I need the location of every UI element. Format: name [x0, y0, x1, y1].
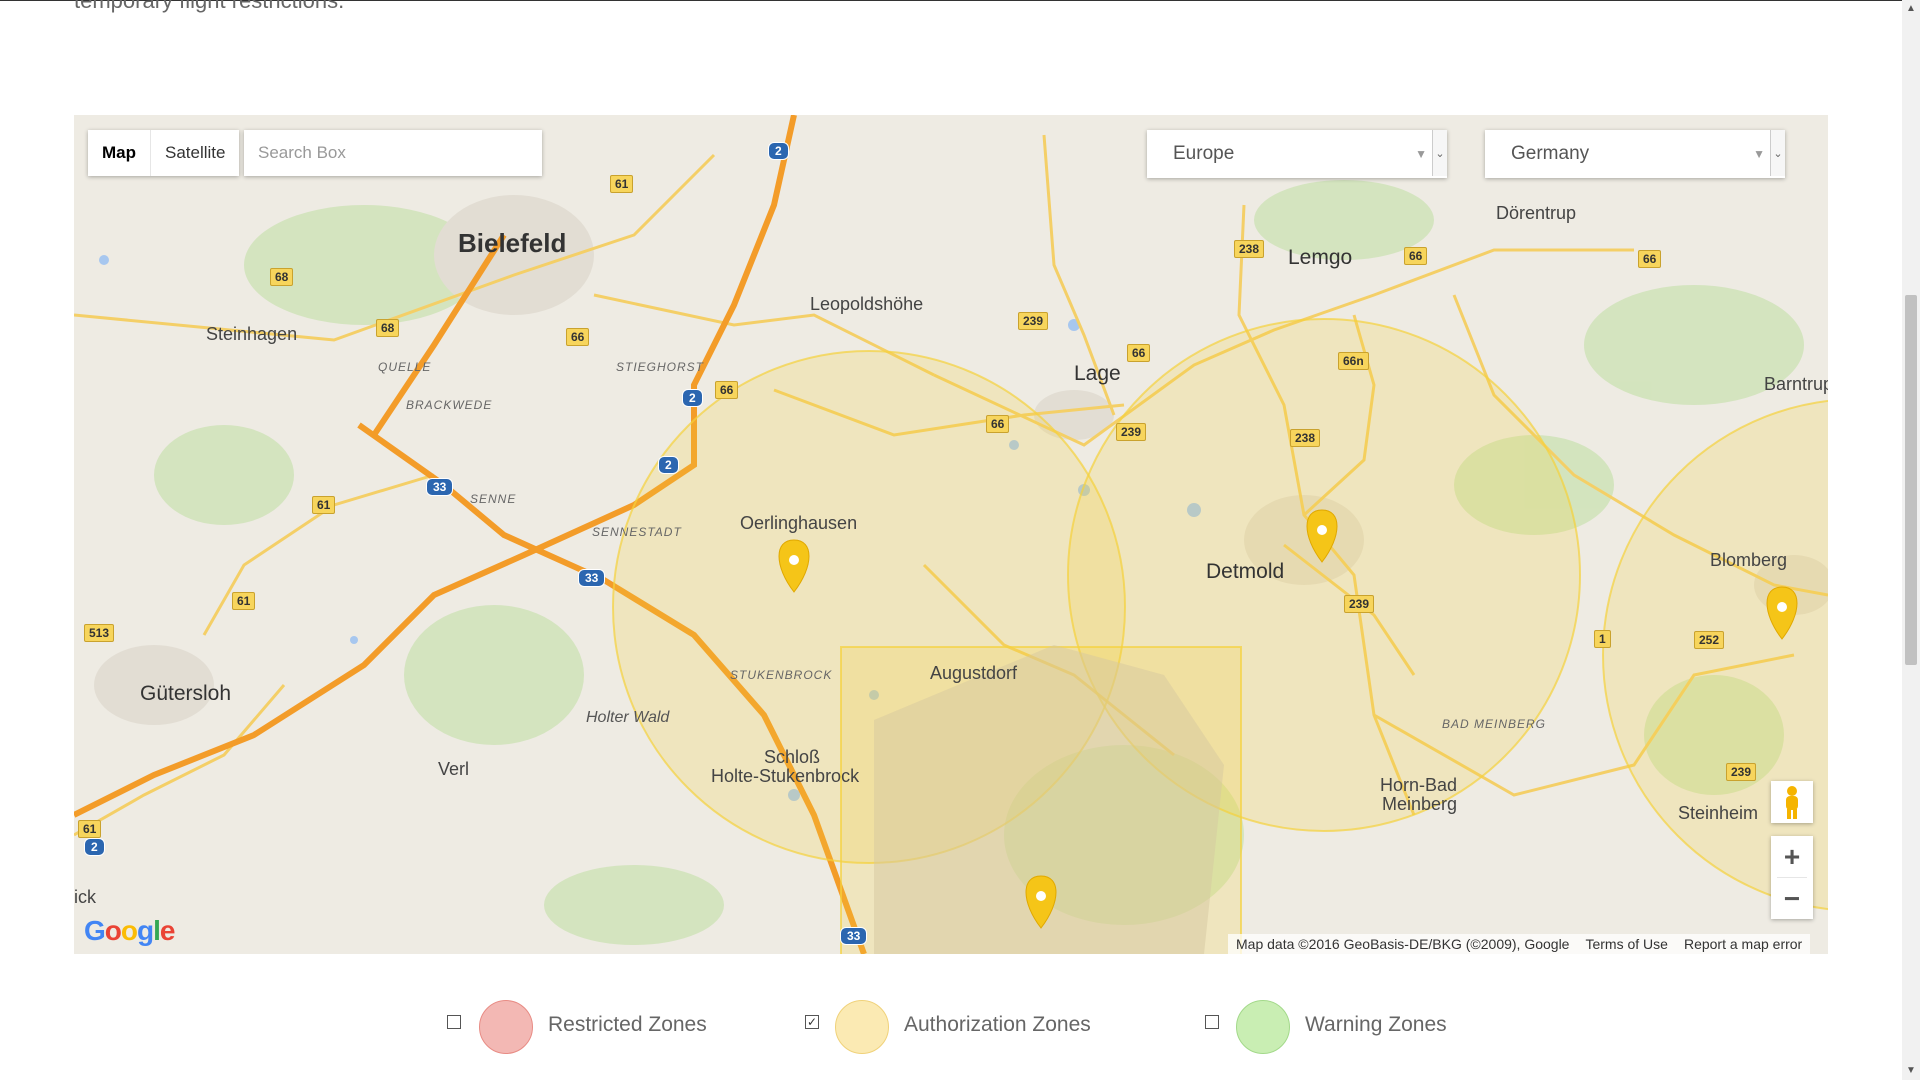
zoom-control: + −	[1771, 836, 1813, 919]
airspace-map[interactable]: Bielefeld Lemgo Dörentrup Steinhagen Leo…	[74, 115, 1828, 954]
warning-zones-label: Warning Zones	[1305, 1013, 1447, 1036]
autobahn-shield: 2	[84, 838, 105, 856]
map-canvas[interactable]	[74, 115, 1828, 954]
city-label: Meinberg	[1382, 794, 1458, 814]
route-shield: 61	[610, 175, 634, 193]
scroll-up-icon[interactable]: ▲	[1902, 0, 1920, 18]
route-shield: 252	[1694, 631, 1725, 649]
city-label: Verl	[438, 759, 470, 779]
street-view-pegman-button[interactable]	[1771, 781, 1813, 823]
route-shield: 61	[312, 496, 336, 514]
city-label: Lemgo	[1288, 246, 1353, 269]
scroll-down-icon[interactable]: ▼	[1902, 1062, 1920, 1080]
route-shield: 238	[1290, 429, 1321, 447]
route-shield: 239	[1344, 595, 1375, 613]
zoom-out-button[interactable]: −	[1771, 878, 1813, 919]
route-shield: 66	[1127, 344, 1151, 362]
country-select[interactable]: Germany ▼ ⌄	[1485, 130, 1785, 178]
district-label: BRACKWEDE	[406, 398, 493, 412]
map-type-control: Map Satellite	[88, 130, 240, 176]
legend-authorization-zones[interactable]: ✓ Authorization Zones	[805, 1000, 1115, 1054]
autobahn-shield: 2	[682, 389, 703, 407]
intro-text: temporary flight restrictions.	[74, 0, 345, 13]
pegman-icon	[1786, 786, 1798, 819]
terms-of-use-link[interactable]: Terms of Use	[1577, 934, 1675, 954]
country-select-value: Germany	[1511, 143, 1590, 164]
city-label: Detmold	[1206, 560, 1285, 583]
map-attribution: Map data ©2016 GeoBasis-DE/BKG (©2009), …	[1228, 934, 1811, 954]
city-label: Steinheim	[1678, 803, 1759, 823]
scroll-thumb[interactable]	[1905, 295, 1917, 665]
route-shield: 239	[1116, 423, 1147, 441]
district-label: SENNE	[470, 492, 517, 506]
route-shield: 238	[1234, 240, 1265, 258]
route-shield: 66	[1404, 247, 1428, 265]
route-shield: 1	[1594, 630, 1611, 648]
restricted-zones-label: Restricted Zones	[548, 1013, 707, 1036]
restricted-zones-checkbox[interactable]	[447, 1015, 461, 1029]
map-type-map-button[interactable]: Map	[88, 130, 151, 176]
report-map-error-link[interactable]: Report a map error	[1676, 934, 1810, 954]
route-shield: 239	[1018, 312, 1049, 330]
route-shield: 68	[270, 268, 294, 286]
city-label: Blomberg	[1710, 550, 1788, 570]
city-label: Augustdorf	[930, 663, 1018, 683]
autobahn-shield: 33	[840, 927, 868, 945]
zoom-in-button[interactable]: +	[1771, 836, 1813, 877]
region-select[interactable]: Europe ▼ ⌄	[1147, 130, 1447, 178]
city-label: Lage	[1074, 362, 1121, 385]
city-label: Steinhagen	[206, 324, 298, 344]
caret-down-icon: ▼	[1753, 147, 1765, 161]
city-label: Holte-Stukenbrock	[711, 766, 860, 786]
route-shield: 61	[78, 820, 102, 838]
district-label: SENNESTADT	[592, 525, 682, 539]
chevron-down-icon[interactable]: ⌄	[1432, 130, 1447, 176]
city-label: Barntrup	[1764, 374, 1828, 394]
city-label: Gütersloh	[140, 682, 232, 705]
place-label: Holter Wald	[586, 709, 670, 726]
autobahn-shield: 2	[658, 456, 679, 474]
google-logo[interactable]: Google	[84, 915, 175, 947]
region-select-value: Europe	[1173, 143, 1235, 164]
route-shield: 61	[232, 592, 256, 610]
route-shield: 239	[1726, 763, 1757, 781]
warning-zone-swatch	[1236, 1000, 1290, 1054]
district-label: QUELLE	[378, 360, 432, 374]
search-input[interactable]	[244, 130, 542, 176]
restricted-zone-swatch	[479, 1000, 533, 1054]
city-label: Schloß	[764, 747, 821, 767]
warning-zones-checkbox[interactable]	[1205, 1015, 1219, 1029]
district-label: BAD MEINBERG	[1442, 717, 1547, 731]
authorization-zones-checkbox[interactable]: ✓	[805, 1015, 819, 1029]
legend-restricted-zones[interactable]: Restricted Zones	[447, 1000, 727, 1054]
map-type-satellite-button[interactable]: Satellite	[151, 130, 239, 176]
district-label: STIEGHORST	[616, 360, 705, 374]
authorization-zones-label: Authorization Zones	[904, 1013, 1091, 1036]
route-shield: 66	[986, 415, 1010, 433]
route-shield: 66	[715, 381, 739, 399]
route-shield: 66	[1638, 250, 1662, 268]
authorization-zone-swatch	[835, 1000, 889, 1054]
map-data-text: Map data ©2016 GeoBasis-DE/BKG (©2009), …	[1236, 936, 1570, 952]
district-label: STUKENBROCK	[730, 668, 833, 682]
route-shield: 66n	[1338, 352, 1369, 370]
caret-down-icon: ▼	[1415, 147, 1427, 161]
page-scrollbar[interactable]: ▲ ▼	[1902, 0, 1920, 1080]
legend-warning-zones[interactable]: Warning Zones	[1205, 1000, 1475, 1054]
city-label: Dörentrup	[1496, 203, 1577, 223]
city-label: Oerlinghausen	[740, 513, 858, 533]
city-label: Horn-Bad	[1380, 775, 1458, 795]
autobahn-shield: 33	[426, 478, 454, 496]
route-shield: 68	[376, 319, 400, 337]
city-label: Bielefeld	[458, 228, 567, 258]
route-shield: 66	[566, 328, 590, 346]
chevron-down-icon[interactable]: ⌄	[1770, 130, 1785, 176]
route-shield: 513	[84, 624, 115, 642]
autobahn-shield: 33	[578, 569, 606, 587]
city-label: Leopoldshöhe	[810, 294, 924, 314]
city-label: ick	[74, 887, 96, 907]
autobahn-shield: 2	[768, 142, 789, 160]
